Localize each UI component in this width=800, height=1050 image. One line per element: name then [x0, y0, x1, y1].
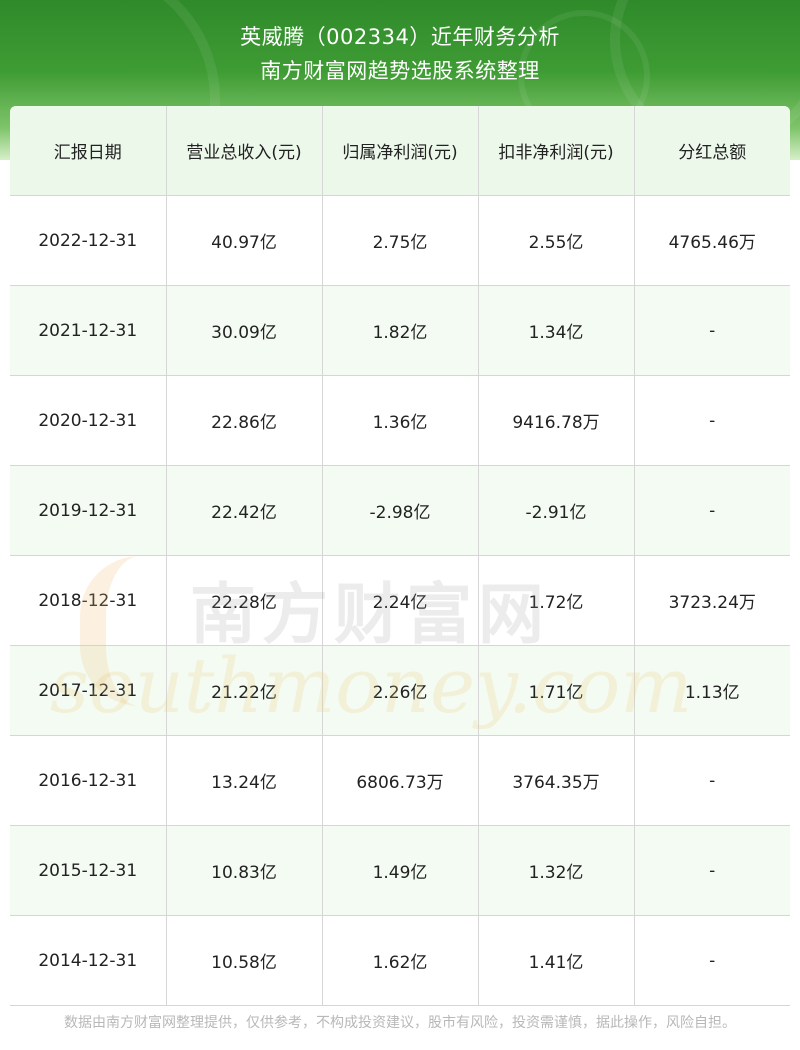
cell-total-dividend: 3723.24万: [634, 555, 790, 646]
cell-total-revenue: 13.24亿: [166, 735, 323, 826]
cell-total-dividend: 1.13亿: [634, 645, 790, 736]
cell-total-dividend: -: [634, 465, 790, 556]
table-row: 2015-12-31 10.83亿 1.49亿 1.32亿 -: [10, 825, 790, 916]
table-row: 2020-12-31 22.86亿 1.36亿 9416.78万 -: [10, 375, 790, 466]
page-title: 英威腾（002334）近年财务分析: [240, 25, 560, 49]
cell-total-dividend: 4765.46万: [634, 195, 790, 286]
cell-deducted-net-profit: 1.32亿: [478, 825, 635, 916]
financial-table: 汇报日期 营业总收入(元) 归属净利润(元) 扣非净利润(元) 分红总额 202…: [10, 106, 790, 1006]
cell-total-revenue: 22.86亿: [166, 375, 323, 466]
cell-total-dividend: -: [634, 375, 790, 466]
cell-deducted-net-profit: 1.71亿: [478, 645, 635, 736]
cell-net-profit: 1.49亿: [322, 825, 479, 916]
cell-deducted-net-profit: 1.72亿: [478, 555, 635, 646]
cell-net-profit: -2.98亿: [322, 465, 479, 556]
cell-net-profit: 1.82亿: [322, 285, 479, 376]
cell-net-profit: 2.75亿: [322, 195, 479, 286]
cell-total-revenue: 22.28亿: [166, 555, 323, 646]
cell-deducted-net-profit: 9416.78万: [478, 375, 635, 466]
cell-report-date: 2020-12-31: [10, 375, 167, 466]
table-row: 2019-12-31 22.42亿 -2.98亿 -2.91亿 -: [10, 465, 790, 556]
cell-total-dividend: -: [634, 285, 790, 376]
cell-net-profit: 6806.73万: [322, 735, 479, 826]
cell-report-date: 2017-12-31: [10, 645, 167, 736]
table-header-row: 汇报日期 营业总收入(元) 归属净利润(元) 扣非净利润(元) 分红总额: [10, 106, 790, 196]
cell-report-date: 2018-12-31: [10, 555, 167, 646]
page-subtitle: 南方财富网趋势选股系统整理: [260, 59, 540, 83]
cell-deducted-net-profit: 1.34亿: [478, 285, 635, 376]
cell-net-profit: 1.62亿: [322, 915, 479, 1006]
column-header-net-profit: 归属净利润(元): [322, 106, 479, 196]
column-header-total-revenue: 营业总收入(元): [166, 106, 323, 196]
column-header-deducted-net-profit: 扣非净利润(元): [478, 106, 635, 196]
cell-total-revenue: 40.97亿: [166, 195, 323, 286]
cell-net-profit: 1.36亿: [322, 375, 479, 466]
cell-report-date: 2019-12-31: [10, 465, 167, 556]
financial-table-panel: 汇报日期 营业总收入(元) 归属净利润(元) 扣非净利润(元) 分红总额 202…: [10, 106, 790, 1006]
cell-report-date: 2016-12-31: [10, 735, 167, 826]
cell-report-date: 2015-12-31: [10, 825, 167, 916]
cell-total-revenue: 10.83亿: [166, 825, 323, 916]
cell-total-revenue: 21.22亿: [166, 645, 323, 736]
cell-report-date: 2022-12-31: [10, 195, 167, 286]
cell-deducted-net-profit: 2.55亿: [478, 195, 635, 286]
cell-total-dividend: -: [634, 825, 790, 916]
cell-total-dividend: -: [634, 735, 790, 826]
column-header-total-dividend: 分红总额: [634, 106, 790, 196]
table-row: 2018-12-31 22.28亿 2.24亿 1.72亿 3723.24万: [10, 555, 790, 646]
cell-report-date: 2014-12-31: [10, 915, 167, 1006]
table-row: 2014-12-31 10.58亿 1.62亿 1.41亿 -: [10, 915, 790, 1006]
cell-total-revenue: 22.42亿: [166, 465, 323, 556]
disclaimer-footer: 数据由南方财富网整理提供，仅供参考，不构成投资建议，股市有风险，投资需谨慎，据此…: [64, 1015, 736, 1031]
table-row: 2022-12-31 40.97亿 2.75亿 2.55亿 4765.46万: [10, 195, 790, 286]
table-row: 2021-12-31 30.09亿 1.82亿 1.34亿 -: [10, 285, 790, 376]
cell-total-revenue: 10.58亿: [166, 915, 323, 1006]
table-row: 2016-12-31 13.24亿 6806.73万 3764.35万 -: [10, 735, 790, 826]
cell-total-dividend: -: [634, 915, 790, 1006]
column-header-report-date: 汇报日期: [10, 106, 167, 196]
cell-deducted-net-profit: -2.91亿: [478, 465, 635, 556]
table-row: 2017-12-31 21.22亿 2.26亿 1.71亿 1.13亿: [10, 645, 790, 736]
cell-total-revenue: 30.09亿: [166, 285, 323, 376]
cell-deducted-net-profit: 1.41亿: [478, 915, 635, 1006]
cell-net-profit: 2.24亿: [322, 555, 479, 646]
cell-report-date: 2021-12-31: [10, 285, 167, 376]
cell-deducted-net-profit: 3764.35万: [478, 735, 635, 826]
cell-net-profit: 2.26亿: [322, 645, 479, 736]
